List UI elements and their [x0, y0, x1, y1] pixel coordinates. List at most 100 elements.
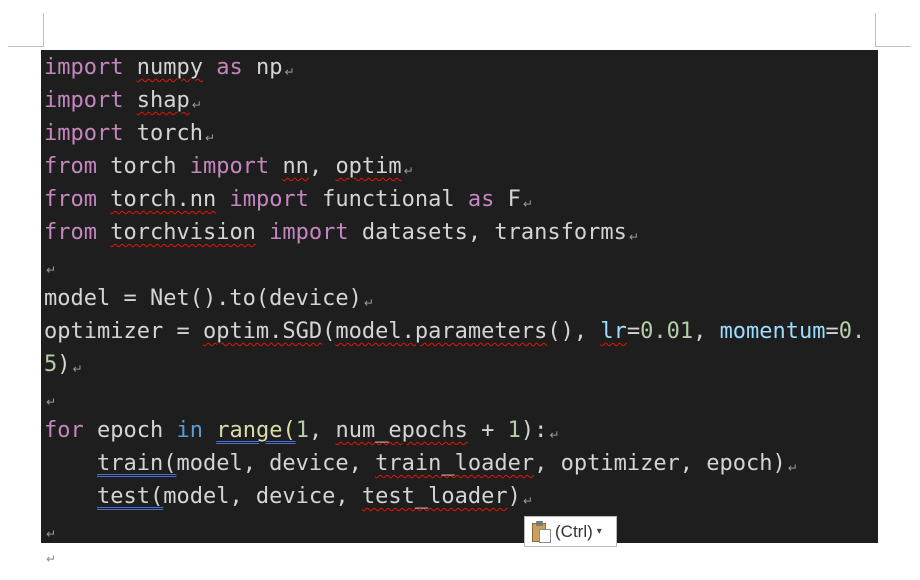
- statement: optimizer =: [44, 319, 203, 344]
- import-name: optim: [335, 154, 402, 179]
- code-line-11-empty: ↵: [44, 381, 878, 414]
- paragraph-mark: ↵: [787, 461, 798, 475]
- arguments: , optimizer, epoch): [534, 451, 786, 476]
- code-line-6: from torchvision import datasets, transf…: [44, 216, 878, 249]
- paste-options-button[interactable]: (Ctrl) ▾: [524, 516, 617, 547]
- margin-mark-right-horizontal: [875, 46, 911, 47]
- code-line-7-empty: ↵: [44, 249, 878, 282]
- paren: ):: [520, 418, 548, 443]
- margin-mark-right-vertical: [875, 13, 876, 47]
- code-line-3: import torch ↵: [44, 117, 878, 150]
- module-name: torchvision: [110, 220, 256, 245]
- chevron-down-icon: ▾: [596, 526, 602, 537]
- module-name: torch.nn: [110, 187, 217, 212]
- import-name: functional: [308, 187, 468, 212]
- paren: (: [322, 319, 336, 344]
- variable: test_loader: [361, 484, 508, 509]
- code-line-2: import shap ↵: [44, 84, 878, 117]
- parameter: lr: [600, 319, 627, 344]
- parameter: momentum: [719, 319, 826, 344]
- module-name: torch: [96, 154, 190, 179]
- number: 1: [295, 418, 309, 443]
- variable: num_epochs: [335, 418, 468, 443]
- keyword: import: [44, 88, 124, 113]
- paragraph-mark: ↵: [191, 98, 202, 112]
- paragraph-mark: ↵: [522, 197, 533, 211]
- paren: (),: [547, 319, 601, 344]
- statement: model = Net().to(device): [44, 286, 362, 311]
- number: 0.: [838, 319, 866, 344]
- code-line-4: from torch import nn, optim ↵: [44, 150, 878, 183]
- number: 1: [507, 418, 521, 443]
- module-name: torch: [123, 121, 203, 146]
- comma: ,: [693, 319, 720, 344]
- paragraph-mark: ↵: [72, 362, 83, 376]
- number: 5: [44, 352, 58, 377]
- paragraph-mark: ↵: [549, 428, 560, 442]
- variable: train_loader: [375, 451, 535, 476]
- alias: np: [242, 55, 283, 80]
- code-line-15-empty: ↵: [44, 513, 878, 546]
- code-line-14: test(model, device, test_loader) ↵: [44, 480, 878, 513]
- keyword: for: [44, 418, 84, 443]
- paragraph-mark: ↵: [46, 395, 57, 409]
- module-name: numpy: [136, 55, 203, 80]
- alias: F: [494, 187, 521, 212]
- code-content: import numpy as np ↵ import shap ↵ import …: [44, 51, 878, 543]
- keyword: from: [44, 220, 97, 245]
- paragraph-mark: ↵: [363, 296, 374, 310]
- code-block[interactable]: import numpy as np ↵ import shap ↵ import …: [41, 50, 878, 543]
- margin-mark-left-vertical: [43, 13, 44, 47]
- code-line-13: train(model, device, train_loader, optim…: [44, 447, 878, 480]
- paragraph-mark: ↵: [284, 65, 295, 79]
- import-name: nn: [282, 154, 309, 179]
- import-name: datasets, transforms: [348, 220, 627, 245]
- operator: =: [825, 319, 839, 344]
- function-call: model.parameters: [335, 319, 548, 344]
- code-line-5: from torch.nn import functional as F ↵: [44, 183, 878, 216]
- paragraph-mark: ↵: [46, 552, 57, 566]
- function-call: test(: [96, 484, 164, 509]
- paragraph-mark: ↵: [46, 527, 57, 541]
- keyword: as: [216, 55, 243, 80]
- paragraph-mark: ↵: [522, 494, 533, 508]
- keyword: in: [176, 418, 203, 443]
- paragraph-mark: ↵: [403, 164, 414, 178]
- operator: =: [626, 319, 641, 344]
- number: 0.01: [640, 319, 694, 344]
- code-line-1: import numpy as np ↵: [44, 51, 878, 84]
- keyword: from: [44, 154, 97, 179]
- paren: ): [507, 484, 521, 509]
- paren: ): [57, 352, 71, 377]
- code-line-9: optimizer = optim.SGD(model.parameters()…: [44, 315, 878, 348]
- comma: ,: [308, 418, 336, 443]
- code-line-12: for epoch in range(1, num_epochs + 1): ↵: [44, 414, 878, 447]
- function-call: range(: [216, 418, 296, 443]
- variable: epoch: [83, 418, 177, 443]
- arguments: model, device,: [163, 484, 362, 509]
- clipboard-paste-icon: [531, 520, 553, 544]
- keyword: import: [44, 121, 124, 146]
- paragraph-mark: ↵: [628, 230, 639, 244]
- keyword: import: [44, 55, 124, 80]
- keyword: from: [44, 187, 97, 212]
- operator: +: [467, 418, 508, 443]
- code-line-10: 5) ↵: [44, 348, 878, 381]
- keyword: import: [229, 187, 309, 212]
- paragraph-mark: ↵: [204, 131, 216, 145]
- keyword: import: [189, 154, 270, 179]
- margin-mark-left-horizontal: [8, 46, 44, 47]
- keyword: as: [467, 187, 495, 212]
- keyword: import: [269, 220, 349, 245]
